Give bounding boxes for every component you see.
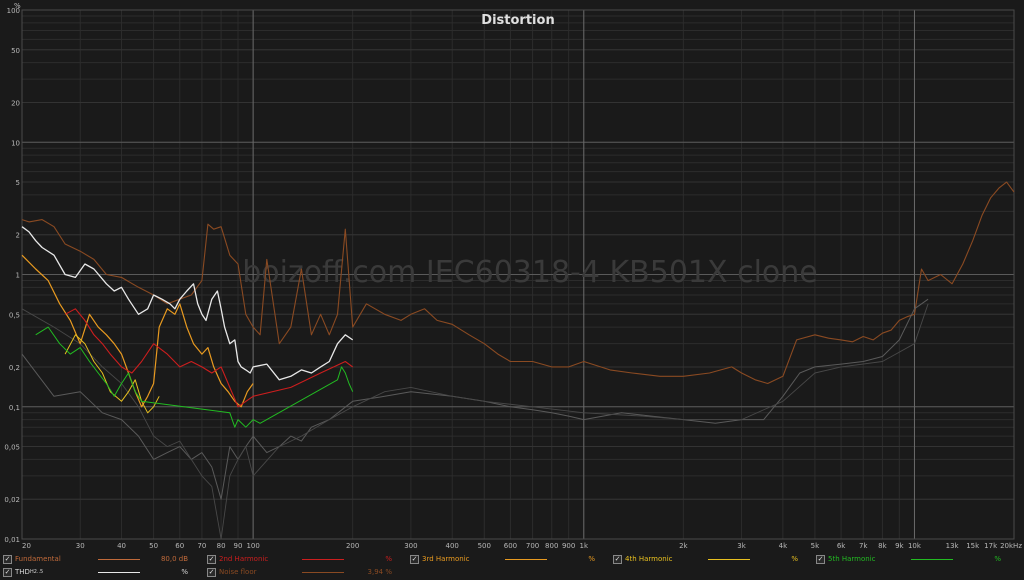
x-tick-label: 10k <box>908 542 922 550</box>
x-tick-label: 300 <box>404 542 417 550</box>
y-tick-label: 1 <box>16 272 20 280</box>
legend-value: % <box>994 555 1001 563</box>
x-tick-label: 900 <box>562 542 575 550</box>
legend-value: % <box>385 555 392 563</box>
x-tick-label: 2k <box>679 542 688 550</box>
x-tick-label: 5k <box>811 542 820 550</box>
x-tick-label: 500 <box>478 542 491 550</box>
legend-swatch <box>708 559 750 560</box>
legend-value: % <box>791 555 798 563</box>
legend-item[interactable]: ✓ 3rd Harmonic <box>410 553 470 565</box>
x-tick-label: 700 <box>526 542 539 550</box>
legend-label: 5th Harmonic <box>828 555 876 563</box>
x-tick-label: 4k <box>779 542 788 550</box>
x-tick-label: 90 <box>234 542 243 550</box>
x-tick-label: 40 <box>117 542 126 550</box>
legend-label: Noise floor <box>219 568 257 576</box>
x-tick-label: 100 <box>246 542 259 550</box>
legend-item[interactable]: ✓ 4th Harmonic <box>613 553 673 565</box>
legend-label: Fundamental <box>15 555 61 563</box>
x-tick-label: 13k <box>946 542 960 550</box>
legend-swatch <box>302 559 344 560</box>
y-tick-label: 20 <box>11 99 20 107</box>
legend-checkbox[interactable]: ✓ <box>816 554 825 564</box>
legend-checkbox[interactable]: ✓ <box>207 554 216 564</box>
legend-value: % <box>588 555 595 563</box>
watermark-group: boizoff.com IEC60318-4 KB501X clone <box>242 255 818 290</box>
y-tick-label: 0,2 <box>9 364 20 372</box>
x-tick-label: 20kHz <box>1000 542 1022 550</box>
x-tick-label: 30 <box>76 542 85 550</box>
legend-item[interactable]: ✓ Noise floor <box>207 566 257 578</box>
legend-swatch <box>302 572 344 573</box>
legend: ✓ Fundamental 80,0 dB ✓ 2nd Harmonic% ✓ 3rd Ha… <box>0 552 1024 580</box>
y-tick-label: 10 <box>11 139 20 147</box>
watermark: boizoff.com IEC60318-4 KB501X clone <box>242 255 818 290</box>
x-tick-label: 8k <box>878 542 887 550</box>
legend-checkbox[interactable]: ✓ <box>410 554 419 564</box>
x-tick-label: 400 <box>446 542 459 550</box>
x-tick-label: 17k <box>984 542 998 550</box>
x-tick-label: 15k <box>966 542 980 550</box>
x-tick-label: 1k <box>580 542 589 550</box>
legend-checkbox[interactable]: ✓ <box>3 554 12 564</box>
legend-swatch <box>98 572 140 573</box>
x-tick-label: 60 <box>175 542 184 550</box>
legend-checkbox[interactable]: ✓ <box>613 554 622 564</box>
legend-value: % <box>181 568 188 576</box>
x-tick-label: 9k <box>895 542 904 550</box>
x-tick-label: 800 <box>545 542 558 550</box>
legend-checkbox[interactable]: ✓ <box>207 567 216 577</box>
chart-title: Distortion <box>481 13 554 28</box>
y-tick-label: 5 <box>16 179 20 187</box>
distortion-plot[interactable]: boizoff.com IEC60318-4 KB501X clone 100 5… <box>0 0 1024 552</box>
y-tick-label: 50 <box>11 47 20 55</box>
y-tick-label: 0,5 <box>9 311 20 319</box>
x-tick-label: 3k <box>737 542 746 550</box>
legend-label: 4th Harmonic <box>625 555 673 563</box>
legend-swatch <box>911 559 953 560</box>
y-tick-label: 0,01 <box>4 536 20 544</box>
legend-label: THD <box>15 568 30 576</box>
legend-swatch <box>98 559 140 560</box>
y-tick-label: 0,05 <box>4 444 20 452</box>
y-tick-label: 0,02 <box>4 496 20 504</box>
x-tick-label: 80 <box>217 542 226 550</box>
x-tick-label: 70 <box>197 542 206 550</box>
legend-item[interactable]: ✓ 5th Harmonic <box>816 553 876 565</box>
legend-label: 3rd Harmonic <box>422 555 470 563</box>
x-tick-label: 7k <box>859 542 868 550</box>
legend-item[interactable]: ✓ 2nd Harmonic <box>207 553 268 565</box>
y-tick-label: 0,1 <box>9 404 20 412</box>
x-tick-label: 50 <box>149 542 158 550</box>
legend-item[interactable]: ✓ Fundamental <box>3 553 61 565</box>
legend-value: 3,94 % <box>367 568 392 576</box>
x-tick-label: 6k <box>837 542 846 550</box>
x-tick-label: 200 <box>346 542 359 550</box>
y-tick-label: 2 <box>16 232 20 240</box>
legend-label-subscript: H2..5 <box>29 569 44 575</box>
x-tick-label: 20 <box>22 542 31 550</box>
legend-value: 80,0 dB <box>160 555 188 563</box>
legend-swatch <box>505 559 547 560</box>
legend-checkbox[interactable]: ✓ <box>3 567 12 577</box>
y-unit-label: % <box>14 2 21 10</box>
legend-label: 2nd Harmonic <box>219 555 269 563</box>
x-tick-label: 600 <box>504 542 517 550</box>
legend-item[interactable]: ✓ THD H2..5 <box>3 566 43 578</box>
